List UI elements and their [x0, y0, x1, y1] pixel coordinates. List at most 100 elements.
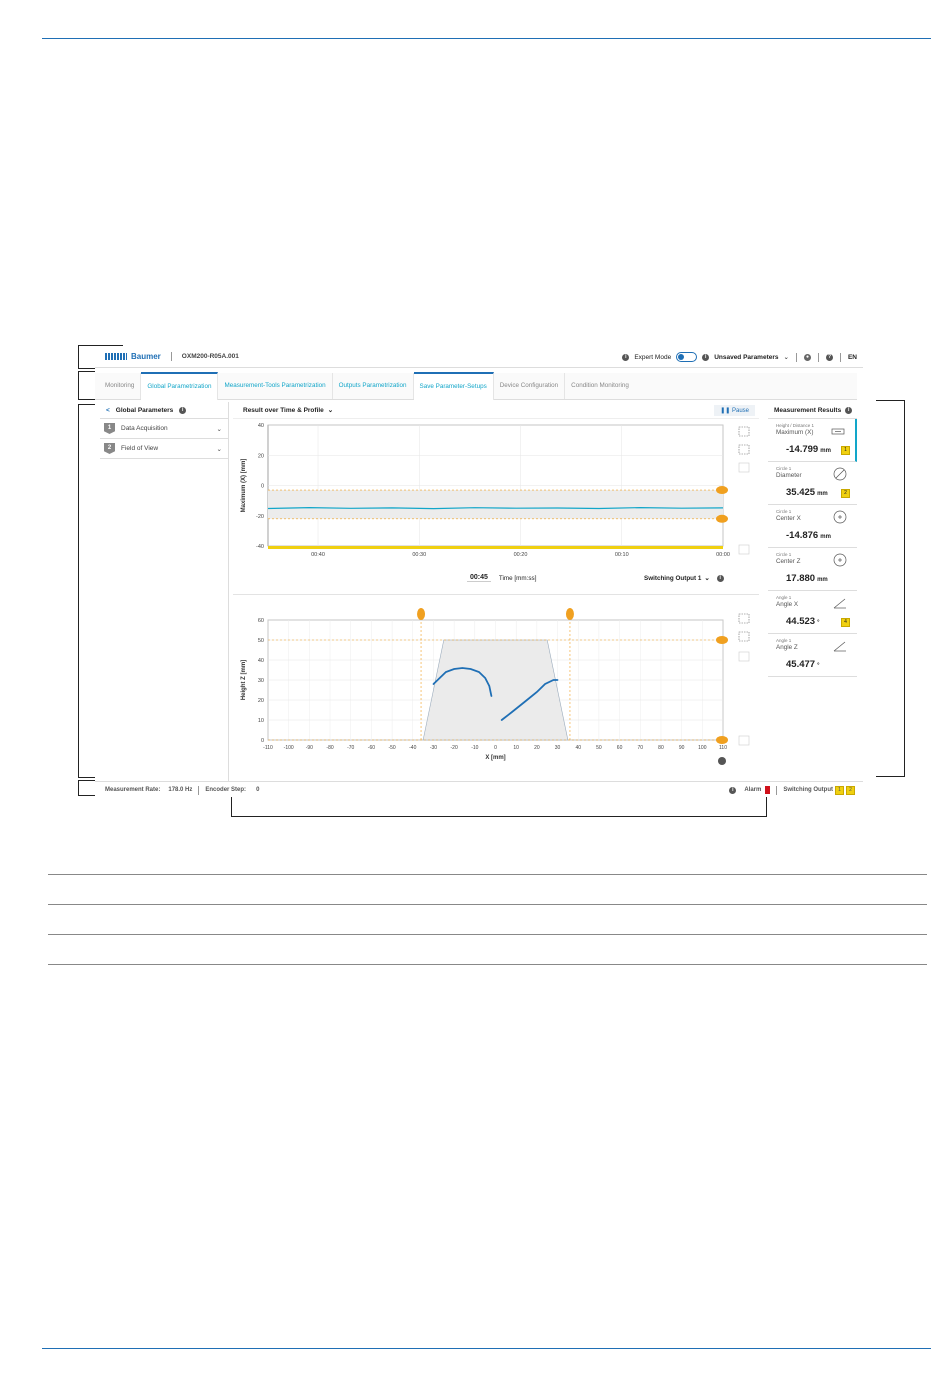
expert-mode-toggle[interactable]	[676, 352, 698, 362]
info-icon[interactable]: i	[716, 575, 724, 582]
result-unit: °	[817, 620, 820, 626]
rate-label: Measurement Rate:	[105, 787, 161, 793]
top-right-controls: i Expert Mode i Unsaved Parameters ⌄ ● ?…	[622, 352, 857, 362]
limit-handle	[565, 608, 574, 620]
info-icon[interactable]: i	[179, 406, 187, 414]
section-label: Field of View	[121, 445, 159, 452]
alarm-label: Alarm	[744, 787, 762, 793]
pause-button[interactable]: ❚❚ Pause	[714, 404, 755, 416]
measurement-card[interactable]: Angle 1 Angle X 44.523 ° 4	[768, 591, 857, 634]
view-select[interactable]: Result over Time & Profile	[243, 407, 324, 414]
tab-outputs[interactable]: Outputs Parametrization	[333, 373, 414, 399]
x-tick-label: 20	[534, 745, 540, 751]
expert-mode-label: Expert Mode	[634, 353, 672, 361]
x-tick-label: -110	[263, 745, 273, 751]
back-button[interactable]: <	[106, 407, 110, 414]
x-tick-label: -60	[368, 745, 375, 751]
tab-global-parametrization[interactable]: Global Parametrization	[141, 372, 219, 400]
result-unit: mm	[820, 448, 831, 454]
alarm-indicator	[765, 786, 771, 794]
tab-monitoring[interactable]: Monitoring	[95, 373, 142, 399]
output-badge: 1	[841, 446, 850, 455]
unsaved-parameters-menu[interactable]: Unsaved Parameters	[714, 354, 778, 361]
x-tick-label: 70	[637, 745, 643, 751]
info-icon[interactable]: i	[729, 786, 737, 794]
tab-condition-monitoring[interactable]: Condition Monitoring	[565, 373, 635, 399]
chevron-down-icon[interactable]: ⌄	[217, 445, 222, 453]
tab-device-configuration[interactable]: Device Configuration	[494, 373, 566, 399]
measurement-card[interactable]: Height / Distance 1 Maximum (X) -14.799 mm 1	[768, 419, 857, 462]
status-bar: Measurement Rate: 178.0 Hz Encoder Step:…	[95, 781, 863, 798]
tab-save-setups[interactable]: Save Parameter-Setups	[413, 372, 494, 400]
info-icon[interactable]: i	[845, 406, 853, 414]
x-tick-label: 00:10	[615, 552, 629, 558]
angle-icon	[833, 641, 846, 652]
output-badge: 4	[841, 618, 850, 627]
y-tick-label: 20	[258, 453, 264, 459]
time-value: 00:45	[467, 574, 491, 582]
card-category: Circle 1	[776, 466, 792, 471]
x-tick-label: 10	[513, 745, 519, 751]
result-value: 44.523 °	[786, 616, 820, 627]
chevron-down-icon[interactable]: ⌄	[328, 406, 333, 414]
height-icon	[831, 428, 845, 435]
result-value: -14.876 mm	[786, 530, 831, 541]
switching-output-select[interactable]: Switching Output 1 ⌄ i	[644, 575, 724, 582]
chevron-down-icon[interactable]: ⌄	[784, 353, 789, 361]
threshold-handle	[716, 486, 728, 495]
time-axis-label: Time [mm:ss]	[498, 574, 537, 582]
x-tick-label: -70	[347, 745, 354, 751]
card-category: Height / Distance 1	[776, 423, 815, 428]
chart-area: Result over Time & Profile ⌄ ❚❚ Pause 40…	[233, 402, 759, 776]
brand-logo: Baumer OXM200-R05A.001	[105, 351, 239, 361]
result-unit: mm	[820, 534, 831, 540]
info-icon[interactable]: i	[702, 353, 710, 361]
chevron-down-icon[interactable]: ⌄	[217, 425, 222, 433]
divider	[776, 785, 778, 795]
card-name: Maximum (X)	[776, 429, 814, 436]
limit-handle	[417, 608, 426, 620]
zoom-tool-icon	[738, 651, 750, 662]
measurement-card[interactable]: Circle 1 Center Z 17.880 mm	[768, 548, 857, 591]
result-value: 45.477 °	[786, 659, 820, 670]
rate-value: 178.0 Hz	[168, 787, 193, 793]
x-tick-label: 40	[575, 745, 581, 751]
y-tick-label: 10	[258, 718, 264, 724]
footer-rule	[42, 1348, 931, 1349]
chevron-down-icon[interactable]: ⌄	[704, 575, 709, 582]
divider	[817, 352, 819, 362]
user-icon[interactable]: ●	[803, 353, 811, 361]
tolerance-band	[268, 490, 723, 519]
card-name: Center Z	[776, 558, 801, 565]
x-tick-label: 60	[617, 745, 623, 751]
card-category: Circle 1	[776, 552, 792, 557]
logo-bars-icon	[105, 352, 127, 360]
language-selector[interactable]: EN	[848, 354, 857, 361]
encoder-label: Encoder Step:	[205, 787, 247, 793]
section-field-of-view[interactable]: 2 Field of View ⌄	[100, 439, 228, 459]
x-tick-label: 00:00	[716, 552, 730, 558]
measurement-card[interactable]: Circle 1 Center X -14.876 mm	[768, 505, 857, 548]
card-name: Diameter	[776, 472, 802, 479]
section-data-acquisition[interactable]: 1 Data Acquisition ⌄	[100, 419, 228, 439]
center-icon	[833, 553, 847, 567]
time-chart[interactable]: 40 20 0 -20 -40 00:40 00:30 00:20 00:10 00:00 Maxi…	[233, 419, 759, 594]
pause-label: Pause	[731, 407, 749, 414]
tab-measurement-tools[interactable]: Measurement-Tools Parametrization	[218, 373, 333, 399]
select-tool-icon	[738, 613, 750, 624]
switching-output-bar	[268, 546, 723, 549]
x-tick-label: 100	[698, 745, 707, 751]
diameter-icon	[833, 467, 847, 481]
profile-chart[interactable]: 6050403020100-110 -100 -90 -80 -70 -60 -50 -40-…	[233, 600, 759, 770]
help-icon[interactable]: ?	[825, 353, 833, 361]
card-category: Angle 1	[776, 638, 792, 643]
limit-handle	[716, 636, 728, 644]
measurement-card[interactable]: Angle 1 Angle Z 45.477 °	[768, 634, 857, 677]
threshold-handle	[716, 514, 728, 523]
view-header: Result over Time & Profile ⌄ ❚❚ Pause	[233, 402, 759, 419]
measurement-card[interactable]: Circle 1 Diameter 35.425 mm 2	[768, 462, 857, 505]
step-badge: 2	[104, 443, 115, 454]
y-axis-label: Height Z [mm]	[241, 660, 247, 700]
info-icon[interactable]: i	[622, 353, 630, 361]
x-tick-label: -80	[326, 745, 333, 751]
